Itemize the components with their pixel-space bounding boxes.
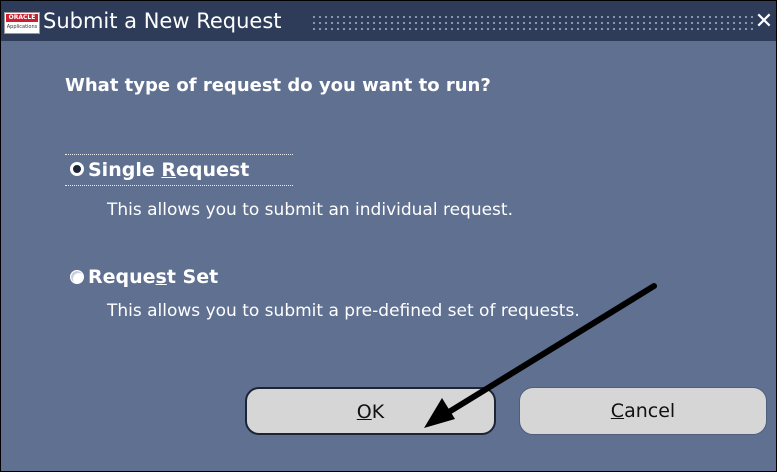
title-bar-grip xyxy=(311,14,753,32)
logo-subtext: Applications xyxy=(6,24,38,30)
single-request-mnemonic: R xyxy=(161,159,176,181)
ok-button[interactable]: OK xyxy=(245,387,496,435)
single-request-label-prefix: Single xyxy=(88,159,162,181)
cancel-button[interactable]: Cancel xyxy=(519,387,767,435)
single-request-label-suffix: equest xyxy=(175,159,250,181)
request-set-option[interactable]: Request Set xyxy=(65,264,265,290)
request-set-mnemonic: s xyxy=(155,266,167,288)
submit-request-window: ORACLE Applications Submit a New Request… xyxy=(0,0,777,472)
ok-label-suffix: K xyxy=(371,401,385,423)
request-set-description: This allows you to submit a pre-defined … xyxy=(107,301,580,321)
request-set-label-suffix: t Set xyxy=(166,266,219,288)
request-set-label-prefix: Reque xyxy=(88,266,156,288)
single-request-description: This allows you to submit an individual … xyxy=(107,200,513,220)
request-type-question: What type of request do you want to run? xyxy=(65,75,491,96)
cancel-mnemonic: C xyxy=(610,400,625,422)
cancel-label-suffix: ancel xyxy=(624,400,676,422)
logo-text: ORACLE xyxy=(6,14,38,22)
radio-unselected-icon[interactable] xyxy=(70,270,84,284)
single-request-option[interactable]: Single Request xyxy=(65,154,293,186)
radio-selected-icon[interactable] xyxy=(70,162,84,176)
single-request-label: Single Request xyxy=(88,158,249,182)
ok-mnemonic: O xyxy=(356,401,372,423)
title-bar[interactable]: ORACLE Applications Submit a New Request… xyxy=(1,1,776,41)
window-title: Submit a New Request xyxy=(43,9,282,33)
close-icon[interactable]: ✕ xyxy=(753,9,775,35)
request-set-label: Request Set xyxy=(88,265,218,289)
oracle-applications-logo: ORACLE Applications xyxy=(4,12,40,34)
